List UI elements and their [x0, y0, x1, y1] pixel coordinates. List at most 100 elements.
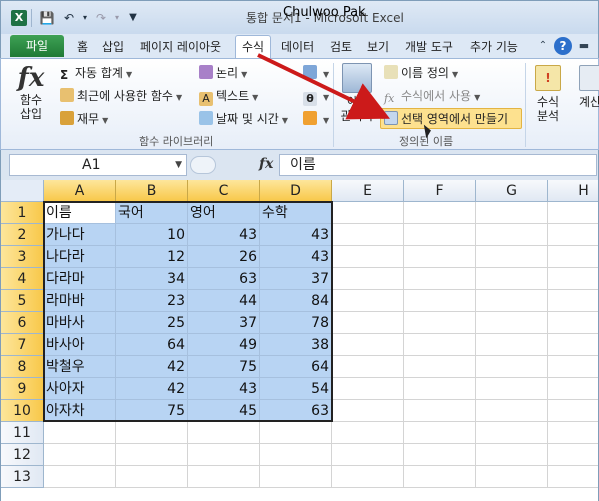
more-functions-button[interactable]: ▼ [303, 110, 329, 128]
cell-b5[interactable]: 23 [116, 290, 188, 312]
row-header-5[interactable]: 5 [1, 290, 44, 312]
cell-g10[interactable] [476, 400, 548, 422]
cell-d8[interactable]: 64 [260, 356, 332, 378]
cell-b11[interactable] [116, 422, 188, 444]
cell-a5[interactable]: 라마바 [44, 290, 116, 312]
insert-function-button[interactable]: fx 함수 삽입 [11, 63, 51, 121]
cell-a12[interactable] [44, 444, 116, 466]
tab-page-layout[interactable]: 페이지 레이아웃 [140, 38, 221, 55]
create-from-selection-button[interactable]: 선택 영역에서 만들기 [384, 110, 508, 128]
cell-c7[interactable]: 49 [188, 334, 260, 356]
formula-auditing-button[interactable]: ! 수식 분석 [528, 63, 568, 123]
cell-b9[interactable]: 42 [116, 378, 188, 400]
row-header-8[interactable]: 8 [1, 356, 44, 378]
cell-g7[interactable] [476, 334, 548, 356]
column-header-e[interactable]: E [332, 180, 404, 202]
column-header-d[interactable]: D [260, 180, 332, 202]
cell-b13[interactable] [116, 466, 188, 488]
cell-d6[interactable]: 78 [260, 312, 332, 334]
cell-f2[interactable] [404, 224, 476, 246]
row-header-9[interactable]: 9 [1, 378, 44, 400]
cell-f7[interactable] [404, 334, 476, 356]
formula-bar-resize-handle[interactable] [190, 156, 216, 174]
name-box-dropdown-icon[interactable]: ▼ [175, 155, 182, 175]
cell-d4[interactable]: 37 [260, 268, 332, 290]
define-name-button[interactable]: 이름 정의 ▼ [384, 64, 458, 82]
row-header-10[interactable]: 10 [1, 400, 44, 422]
cell-h9[interactable] [548, 378, 598, 400]
cell-b1[interactable]: 국어 [116, 202, 188, 224]
cell-g3[interactable] [476, 246, 548, 268]
cell-g4[interactable] [476, 268, 548, 290]
tab-add-ins[interactable]: 추가 기능 [470, 38, 518, 55]
cell-e3[interactable] [332, 246, 404, 268]
help-icon[interactable]: ? [554, 37, 572, 55]
row-header-3[interactable]: 3 [1, 246, 44, 268]
cell-b7[interactable]: 64 [116, 334, 188, 356]
cell-e8[interactable] [332, 356, 404, 378]
cell-f11[interactable] [404, 422, 476, 444]
tab-view[interactable]: 보기 [367, 38, 389, 55]
cell-a11[interactable] [44, 422, 116, 444]
cell-f6[interactable] [404, 312, 476, 334]
cell-a3[interactable]: 나다라 [44, 246, 116, 268]
calculation-button[interactable]: 계산 [575, 63, 599, 109]
cell-d3[interactable]: 43 [260, 246, 332, 268]
cell-f13[interactable] [404, 466, 476, 488]
cell-a9[interactable]: 사아자 [44, 378, 116, 400]
cell-d11[interactable] [260, 422, 332, 444]
select-all-corner[interactable] [1, 180, 44, 202]
cell-b8[interactable]: 42 [116, 356, 188, 378]
cell-c3[interactable]: 26 [188, 246, 260, 268]
row-header-12[interactable]: 12 [1, 444, 44, 466]
cell-c10[interactable]: 45 [188, 400, 260, 422]
name-manager-button[interactable]: 이름 관리자 [337, 63, 377, 123]
cell-d10[interactable]: 63 [260, 400, 332, 422]
cell-h2[interactable] [548, 224, 598, 246]
cell-a4[interactable]: 다라마 [44, 268, 116, 290]
cell-b2[interactable]: 10 [116, 224, 188, 246]
cell-c4[interactable]: 63 [188, 268, 260, 290]
undo-dropdown-icon[interactable]: ▾ [77, 10, 93, 26]
cell-c1[interactable]: 영어 [188, 202, 260, 224]
cell-g13[interactable] [476, 466, 548, 488]
row-header-6[interactable]: 6 [1, 312, 44, 334]
cell-e4[interactable] [332, 268, 404, 290]
cell-f12[interactable] [404, 444, 476, 466]
recent-functions-button[interactable]: 최근에 사용한 함수 ▼ [60, 87, 182, 105]
row-header-1[interactable]: 1 [1, 202, 44, 224]
cell-h5[interactable] [548, 290, 598, 312]
cell-e9[interactable] [332, 378, 404, 400]
text-button[interactable]: A 텍스트 ▼ [199, 87, 258, 106]
cell-e5[interactable] [332, 290, 404, 312]
insert-function-fx-icon[interactable]: fx [259, 156, 273, 172]
cell-h12[interactable] [548, 444, 598, 466]
name-box[interactable]: A1 ▼ [9, 154, 187, 176]
autosum-button[interactable]: Σ 자동 합계 ▼ [60, 64, 132, 82]
column-header-h[interactable]: H [548, 180, 598, 202]
tab-review[interactable]: 검토 [330, 38, 352, 55]
cell-c11[interactable] [188, 422, 260, 444]
cell-e6[interactable] [332, 312, 404, 334]
undo-icon[interactable]: ↶ [61, 10, 77, 26]
tab-insert[interactable]: 삽입 [102, 38, 124, 55]
cell-b4[interactable]: 34 [116, 268, 188, 290]
cell-d7[interactable]: 38 [260, 334, 332, 356]
cell-a1[interactable]: 이름 [44, 202, 116, 224]
cell-d12[interactable] [260, 444, 332, 466]
financial-button[interactable]: 재무 ▼ [60, 110, 108, 128]
cell-h6[interactable] [548, 312, 598, 334]
cell-d5[interactable]: 84 [260, 290, 332, 312]
cell-f3[interactable] [404, 246, 476, 268]
cell-c6[interactable]: 37 [188, 312, 260, 334]
cell-e12[interactable] [332, 444, 404, 466]
cell-g8[interactable] [476, 356, 548, 378]
cell-a6[interactable]: 마바사 [44, 312, 116, 334]
redo-icon[interactable]: ↷ [93, 10, 109, 26]
customize-qat-icon[interactable]: ▼ [125, 10, 141, 26]
cell-g11[interactable] [476, 422, 548, 444]
tab-data[interactable]: 데이터 [281, 38, 314, 55]
cell-h11[interactable] [548, 422, 598, 444]
cell-a10[interactable]: 아자차 [44, 400, 116, 422]
cell-a7[interactable]: 바사아 [44, 334, 116, 356]
